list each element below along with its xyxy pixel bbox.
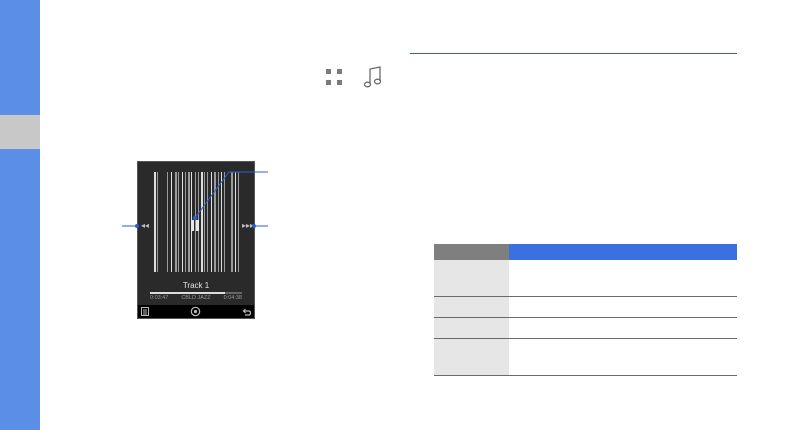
visualizer-stripe (171, 172, 172, 272)
music-note-icon (363, 66, 382, 88)
progress-bar[interactable] (150, 292, 242, 294)
format-badge: CBLD JAZZ (181, 295, 211, 301)
visualizer-stripe (175, 172, 177, 272)
visualizer-stripe (221, 172, 222, 272)
rewind-icon[interactable]: ◂◂ (141, 222, 149, 230)
table-row (434, 317, 737, 339)
playlist-icon[interactable] (141, 307, 149, 316)
visualizer-stripe (157, 172, 158, 272)
total-time: 0:04:38 (223, 295, 242, 301)
visualizer-stripe (178, 172, 179, 272)
settings-icon[interactable] (190, 306, 201, 317)
back-icon[interactable] (242, 307, 251, 316)
visualizer-stripe (224, 172, 225, 272)
visualizer-stripe (204, 172, 205, 272)
bottom-bar (138, 305, 254, 318)
visualizer-stripe (214, 172, 216, 272)
visualizer-stripe (207, 172, 208, 272)
info-table (434, 244, 737, 376)
visualizer-stripe (167, 172, 168, 272)
table-row (434, 338, 737, 376)
table-header-label (434, 244, 509, 260)
time-row: 0:03:47 CBLD JAZZ 0:04:38 (150, 295, 242, 301)
visualizer-stripe (154, 172, 156, 272)
grid-icon (326, 69, 342, 85)
progress-fill (150, 292, 226, 294)
elapsed-time: 0:03:47 (150, 295, 169, 301)
track-name: Track 1 (182, 281, 210, 290)
table-row (434, 296, 737, 318)
visualizer-stripe (182, 172, 183, 272)
sidebar-tab[interactable] (0, 115, 40, 149)
visualizer-stripe (218, 172, 219, 272)
table-row (434, 260, 737, 297)
visualizer-stripe (235, 172, 236, 272)
visualizer-stripe (201, 172, 203, 272)
visualizer-stripe (238, 172, 239, 272)
visualizer-stripe (211, 172, 212, 272)
table-header-value (509, 244, 737, 260)
music-player-screen: ◂◂ ▸▸▸ Track 1 0:03:47 CBLD JAZZ 0:04:38 (137, 161, 255, 319)
visualizer-stripe (231, 172, 233, 272)
pause-icon[interactable] (190, 220, 200, 231)
sidebar-strip (0, 0, 40, 430)
fast-forward-icon[interactable]: ▸▸▸ (242, 222, 254, 230)
visualizer-stripe (185, 172, 186, 272)
header-icons (326, 66, 384, 88)
section-rule (410, 53, 737, 54)
